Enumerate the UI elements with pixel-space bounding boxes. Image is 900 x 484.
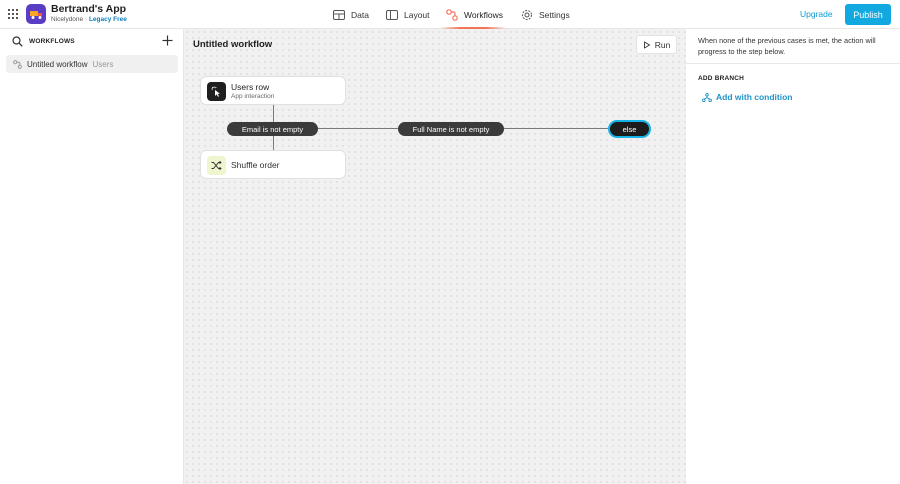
publish-button[interactable]: Publish <box>845 4 891 25</box>
add-workflow-icon[interactable] <box>162 35 173 46</box>
add-branch-heading: ADD BRANCH <box>698 75 745 82</box>
settings-icon <box>522 9 532 20</box>
trigger-icon-box <box>207 82 226 101</box>
shuffle-icon <box>211 160 222 171</box>
tab-data[interactable]: Data <box>333 0 369 29</box>
cursor-click-icon <box>211 86 220 97</box>
tab-layout-label: Layout <box>404 9 430 20</box>
top-bar: Bertrand's App Nicelydone · Legacy Free … <box>0 0 900 29</box>
branch-details-panel: When none of the previous cases is met, … <box>686 29 900 484</box>
tab-workflows-label: Workflows <box>464 9 504 20</box>
app-owner: Nicelydone <box>51 16 84 23</box>
workflow-canvas[interactable]: Untitled workflow Run Users row App inte… <box>184 29 686 484</box>
data-icon <box>333 9 345 20</box>
apps-grid-icon[interactable] <box>8 9 18 19</box>
play-icon <box>643 40 651 49</box>
sidebar-item-label: Untitled workflow <box>27 59 88 69</box>
tab-settings-label: Settings <box>539 9 570 20</box>
add-with-condition-label: Add with condition <box>716 92 793 102</box>
trigger-title: Users row <box>231 82 270 92</box>
condition-branch-email[interactable]: Email is not empty <box>227 122 318 136</box>
workflow-icon <box>13 59 22 69</box>
tab-settings[interactable]: Settings <box>521 0 570 29</box>
workflows-icon <box>446 8 458 21</box>
layout-icon <box>386 9 398 20</box>
app-subtitle: Nicelydone · Legacy Free <box>51 16 127 23</box>
app-plan[interactable]: Legacy Free <box>89 16 127 23</box>
sidebar-item-untitled-workflow[interactable]: Untitled workflow Users <box>6 55 178 73</box>
condition-branch-full-name[interactable]: Full Name is not empty <box>398 122 504 136</box>
connector-horizontal <box>504 128 610 129</box>
action-icon-box <box>207 156 226 175</box>
sidebar-item-table-tag: Users <box>92 59 114 69</box>
action-node[interactable]: Shuffle order <box>200 150 346 179</box>
else-branch-description: When none of the previous cases is met, … <box>698 36 876 56</box>
action-title: Shuffle order <box>231 160 280 170</box>
sidebar-title: WORKFLOWS <box>29 38 75 45</box>
app-logo[interactable] <box>26 4 46 24</box>
tab-data-label: Data <box>351 9 369 20</box>
tab-layout[interactable]: Layout <box>386 0 430 29</box>
trigger-node[interactable]: Users row App interaction <box>200 76 346 105</box>
workflow-title[interactable]: Untitled workflow <box>193 39 272 50</box>
upgrade-button[interactable]: Upgrade <box>800 9 833 19</box>
run-button[interactable]: Run <box>636 35 677 54</box>
workflows-sidebar: WORKFLOWS Untitled workflow Users <box>0 29 184 484</box>
app-name[interactable]: Bertrand's App <box>51 3 126 15</box>
branch-icon <box>702 92 712 102</box>
truck-icon <box>30 11 42 19</box>
connector-horizontal <box>318 128 398 129</box>
else-branch[interactable]: else <box>610 122 649 136</box>
search-icon[interactable] <box>12 36 23 47</box>
trigger-subtitle: App interaction <box>231 93 275 100</box>
tab-workflows[interactable]: Workflows <box>446 0 503 29</box>
add-with-condition-button[interactable]: Add with condition <box>702 92 792 102</box>
run-label: Run <box>654 39 671 50</box>
panel-divider <box>686 63 900 64</box>
